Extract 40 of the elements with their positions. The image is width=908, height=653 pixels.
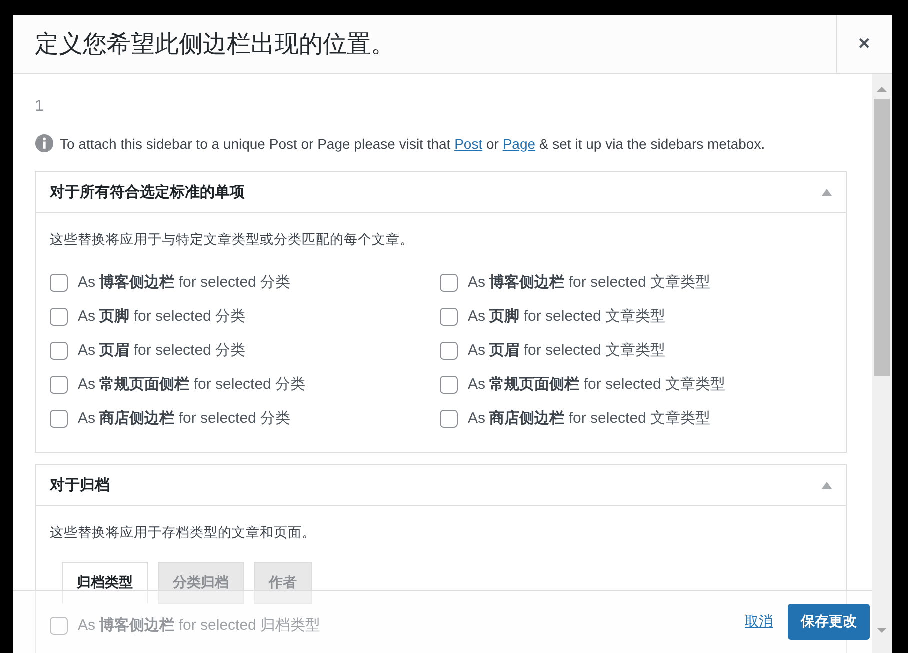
checkbox[interactable]: [440, 376, 458, 394]
collapse-toggle-icon[interactable]: [822, 188, 832, 196]
checkbox-label: As 页脚 for selected 分类: [78, 307, 246, 326]
checkbox[interactable]: [440, 410, 458, 428]
tab[interactable]: 归档类型: [62, 562, 148, 604]
notice-text: To attach this sidebar to a unique Post or Page please visit that Post or Page & set it up via the sidebars metabox.: [60, 136, 766, 152]
checkbox[interactable]: [50, 274, 68, 292]
panel-description: 这些替换将应用于与特定文章类型或分类匹配的每个文章。: [50, 231, 415, 249]
checkbox[interactable]: [440, 342, 458, 360]
checkbox-label: As 页眉 for selected 文章类型: [468, 341, 666, 360]
notice-link[interactable]: Post: [454, 136, 483, 152]
checkbox-label: As 常规页面侧栏 for selected 文章类型: [468, 375, 726, 394]
info-icon: [35, 134, 54, 153]
checkbox-label: As 常规页面侧栏 for selected 分类: [78, 375, 306, 394]
collapse-toggle-icon[interactable]: [822, 482, 832, 488]
checkbox[interactable]: [50, 616, 68, 634]
panel-description: 这些替换将应用于存档类型的文章和页面。: [50, 524, 317, 542]
checkbox[interactable]: [50, 376, 68, 394]
checkbox-label: As 页脚 for selected 文章类型: [468, 307, 666, 326]
checkbox-label: As 商店侧边栏 for selected 文章类型: [468, 409, 711, 428]
panel-title: 对于归档: [50, 476, 110, 494]
close-button[interactable]: ×: [836, 15, 892, 73]
cancel-link[interactable]: 取消: [745, 613, 773, 631]
checkbox[interactable]: [50, 342, 68, 360]
checkbox-label: As 博客侧边栏 for selected 分类: [78, 273, 291, 292]
number-label: 1: [35, 98, 45, 116]
checkbox-label: As 博客侧边栏 for selected 归档类型: [78, 616, 321, 635]
dialog-title: 定义您希望此侧边栏出现的位置。: [34, 30, 396, 60]
notice-link[interactable]: Page: [502, 136, 536, 152]
checkbox[interactable]: [50, 308, 68, 326]
tab[interactable]: 作者: [254, 562, 312, 604]
checkbox[interactable]: [440, 274, 458, 292]
save-button[interactable]: 保存更改: [788, 604, 870, 640]
tab[interactable]: 分类归档: [158, 562, 244, 604]
checkbox[interactable]: [50, 410, 68, 428]
panel-title: 对于所有符合选定标准的单项: [50, 182, 245, 202]
checkbox-label: As 页眉 for selected 分类: [78, 341, 246, 360]
checkbox-label: As 博客侧边栏 for selected 文章类型: [468, 273, 711, 292]
checkbox-label: As 商店侧边栏 for selected 分类: [78, 409, 291, 428]
checkbox[interactable]: [440, 308, 458, 326]
